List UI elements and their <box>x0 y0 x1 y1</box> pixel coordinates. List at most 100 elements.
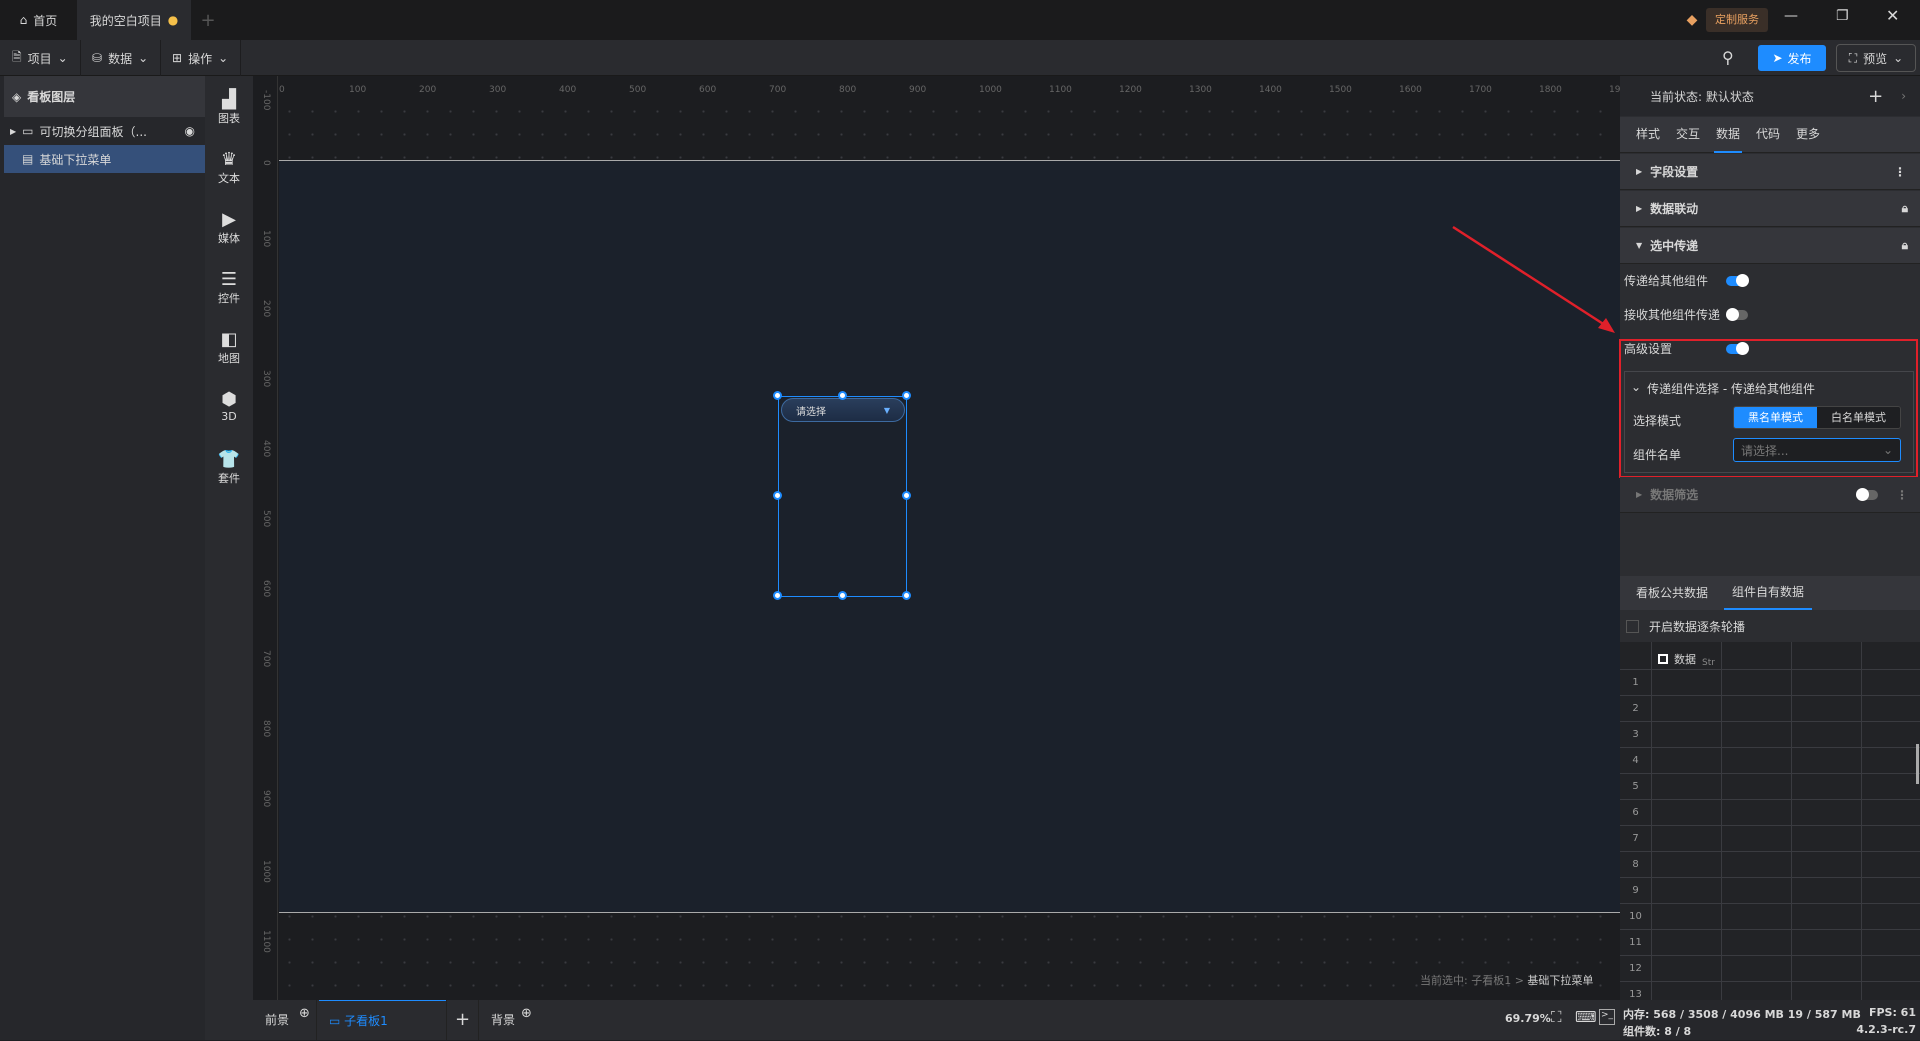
section-field-settings[interactable]: ▶ 字段设置 ⋮ <box>1620 154 1920 190</box>
minimize-icon[interactable]: — <box>1784 8 1798 24</box>
table-cell[interactable] <box>1792 982 1862 1000</box>
palette-controls[interactable]: ☰ 控件 <box>205 270 253 306</box>
restore-icon[interactable]: ❐ <box>1836 8 1849 24</box>
property-tab[interactable]: 更多 <box>1794 117 1822 153</box>
table-cell[interactable] <box>1792 826 1862 852</box>
table-cell[interactable] <box>1722 982 1792 1000</box>
table-cell[interactable] <box>1652 774 1722 800</box>
chevron-right-icon[interactable]: › <box>1901 89 1906 103</box>
table-cell[interactable] <box>1652 722 1722 748</box>
horizontal-ruler[interactable]: 0 100 200 300 400 500 600 700 800 900 1000 1100 1200… <box>253 76 1632 100</box>
table-cell[interactable] <box>1722 826 1792 852</box>
table-cell[interactable] <box>1862 696 1920 722</box>
mode-blacklist[interactable]: 黑名单模式 <box>1734 407 1817 428</box>
table-cell[interactable] <box>1722 722 1792 748</box>
board[interactable] <box>279 160 1620 913</box>
resize-handle[interactable] <box>773 491 782 500</box>
table-cell[interactable] <box>1862 904 1920 930</box>
carousel-checkbox[interactable] <box>1626 620 1639 633</box>
property-tab[interactable]: 代码 <box>1754 117 1782 153</box>
palette-3d[interactable]: ⬢ 3D <box>205 390 253 424</box>
table-cell[interactable] <box>1792 904 1862 930</box>
table-cell[interactable] <box>1862 852 1920 878</box>
vertical-scrollbar[interactable] <box>1916 744 1919 784</box>
column-checkbox[interactable] <box>1658 654 1668 664</box>
tab-subboard[interactable]: ▭ 子看板1 <box>319 1000 446 1040</box>
tab-project[interactable]: 我的空白项目 ● <box>77 0 191 40</box>
fit-screen-icon[interactable]: ⛶ <box>1551 1008 1562 1026</box>
search-icon[interactable]: ⚲ <box>1722 48 1734 67</box>
table-cell[interactable] <box>1862 800 1920 826</box>
table-cell[interactable] <box>1722 748 1792 774</box>
carousel-option[interactable]: 开启数据逐条轮播 <box>1626 618 1745 635</box>
menu-project[interactable]: 🗎 项目 ⌄ <box>0 40 81 76</box>
table-cell[interactable] <box>1792 956 1862 982</box>
resize-handle[interactable] <box>838 391 847 400</box>
table-cell[interactable] <box>1652 852 1722 878</box>
resize-handle[interactable] <box>838 591 847 600</box>
table-cell[interactable] <box>1792 748 1862 774</box>
selected-component[interactable]: 请选择 ▼ <box>773 391 911 600</box>
palette-kit[interactable]: 👕 套件 <box>205 450 253 486</box>
section-selection-pass[interactable]: ▼ 选中传递 🔒︎ <box>1620 228 1920 264</box>
table-cell[interactable] <box>1792 878 1862 904</box>
resize-handle[interactable] <box>902 591 911 600</box>
table-cell[interactable] <box>1862 930 1920 956</box>
new-tab-button[interactable]: + <box>191 0 225 40</box>
table-cell[interactable] <box>1722 774 1792 800</box>
table-cell[interactable] <box>1862 982 1920 1000</box>
table-cell[interactable] <box>1862 748 1920 774</box>
table-cell[interactable] <box>1722 956 1792 982</box>
publish-button[interactable]: ➤ 发布 <box>1758 45 1826 71</box>
table-cell[interactable] <box>1652 670 1722 696</box>
table-cell[interactable] <box>1652 748 1722 774</box>
table-cell[interactable] <box>1792 800 1862 826</box>
keyboard-icon[interactable]: ⌨ <box>1575 1008 1597 1026</box>
pass-to-others-toggle[interactable] <box>1726 274 1749 287</box>
caret-right-icon[interactable]: ▶ <box>10 127 16 136</box>
table-cell[interactable] <box>1862 722 1920 748</box>
table-cell[interactable] <box>1722 904 1792 930</box>
advanced-toggle[interactable] <box>1726 342 1749 355</box>
table-cell[interactable] <box>1792 774 1862 800</box>
more-vertical-icon[interactable]: ⋮ <box>1896 488 1908 502</box>
zoom-level[interactable]: 69.79% <box>1505 1012 1551 1025</box>
palette-media[interactable]: ▶ 媒体 <box>205 210 253 246</box>
add-subboard-button[interactable]: + <box>446 1000 479 1040</box>
table-cell[interactable] <box>1792 670 1862 696</box>
table-cell[interactable] <box>1792 722 1862 748</box>
dropdown-preview[interactable]: 请选择 ▼ <box>781 398 905 422</box>
tab-board-public-data[interactable]: 看板公共数据 <box>1620 576 1724 610</box>
add-foreground-icon[interactable]: ⊕ <box>299 1006 310 1021</box>
property-tab[interactable]: 样式 <box>1634 117 1662 153</box>
table-cell[interactable] <box>1652 800 1722 826</box>
table-cell[interactable] <box>1722 670 1792 696</box>
table-cell[interactable] <box>1722 696 1792 722</box>
layer-item[interactable]: ▶ ▭ 可切换分组面板（... ◉ <box>4 117 205 145</box>
table-cell[interactable] <box>1722 878 1792 904</box>
menu-operate[interactable]: ⊞ 操作 ⌄ <box>160 40 242 76</box>
table-cell[interactable] <box>1652 956 1722 982</box>
resize-handle[interactable] <box>773 591 782 600</box>
table-cell[interactable] <box>1862 878 1920 904</box>
terminal-icon[interactable]: >_ <box>1599 1009 1615 1025</box>
table-cell[interactable] <box>1722 852 1792 878</box>
menu-data[interactable]: ⛁ 数据 ⌄ <box>80 40 162 76</box>
table-column-header[interactable]: 数据 Str <box>1658 650 1715 668</box>
table-cell[interactable] <box>1722 800 1792 826</box>
resize-handle[interactable] <box>773 391 782 400</box>
table-cell[interactable] <box>1862 826 1920 852</box>
table-cell[interactable] <box>1792 852 1862 878</box>
table-cell[interactable] <box>1792 696 1862 722</box>
resize-handle[interactable] <box>902 391 911 400</box>
tab-home[interactable]: ⌂ 首页 <box>0 0 77 40</box>
layer-item-selected[interactable]: ▤ 基础下拉菜单 <box>4 145 205 173</box>
table-cell[interactable] <box>1722 930 1792 956</box>
vertical-ruler[interactable]: -100 0 100 200 300 400 500 600 700 800 900 1000 1100 <box>253 76 278 1000</box>
close-icon[interactable]: ✕ <box>1886 6 1899 25</box>
data-table[interactable]: 13 12 11 10 9 8 7 6 5 4 3 2 1 数据 Str <box>1620 642 1920 1000</box>
receive-toggle[interactable] <box>1726 308 1748 321</box>
mode-whitelist[interactable]: 白名单模式 <box>1817 407 1900 428</box>
filter-toggle[interactable] <box>1856 487 1878 501</box>
subpanel-header[interactable]: ⌄ 传递组件选择 - 传递给其他组件 <box>1631 380 1815 397</box>
